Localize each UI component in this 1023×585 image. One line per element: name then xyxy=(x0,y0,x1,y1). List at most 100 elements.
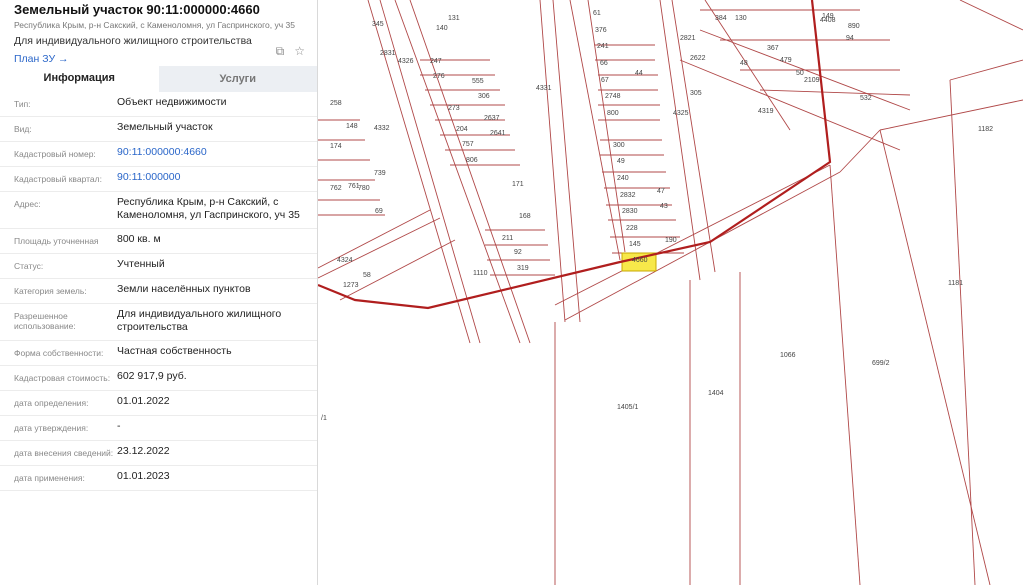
parcel-label: 228 xyxy=(626,225,638,232)
parcel-label: 4326 xyxy=(398,58,414,65)
parcel-label: 2109 xyxy=(804,77,820,84)
parcel-line xyxy=(959,0,1023,31)
parcel-line xyxy=(759,89,911,96)
info-row: Статус: Учтенный xyxy=(0,254,317,279)
parcel-label: 345 xyxy=(372,21,384,28)
info-row-value: Для индивидуального жилищного строительс… xyxy=(117,308,282,333)
info-row-label: Адрес: xyxy=(14,199,41,209)
parcel-label: 367 xyxy=(767,45,779,52)
info-row-value[interactable]: 90:11:000000 xyxy=(117,171,307,191)
tab-services[interactable]: Услуги xyxy=(158,66,317,92)
parcel-label: 762 xyxy=(330,185,342,192)
info-row-value[interactable]: 90:11:000000:4660 xyxy=(117,146,307,166)
info-row: Адрес: Республика Крым, р-н Сакский, с Ка… xyxy=(0,192,317,229)
parcel-label: 2641 xyxy=(490,130,506,137)
parcel-label: 273 xyxy=(448,105,460,112)
parcel-label: 276 xyxy=(433,73,445,80)
info-row-label: дата внесения сведений: xyxy=(14,448,114,458)
parcel-label: 49 xyxy=(617,158,625,165)
info-row-value: Земли населённых пунктов xyxy=(117,283,251,295)
parcel-label: 306 xyxy=(478,93,490,100)
parcel-label: 44 xyxy=(635,70,643,77)
parcel-label: 4325 xyxy=(673,110,689,117)
parcel-label: 384 xyxy=(715,15,727,22)
parcel-label: 2637 xyxy=(484,115,500,122)
header-icons: ⧉ ☆ xyxy=(276,44,305,59)
info-row-label: Кадастровый квартал: xyxy=(14,174,102,184)
parcel-label: 890 xyxy=(848,23,860,30)
district-boundary xyxy=(318,0,832,310)
info-row: Кадастровая стоимость: 602 917,9 руб. xyxy=(0,366,317,391)
parcel-label: 305 xyxy=(690,90,702,97)
parcel-line xyxy=(339,239,456,301)
parcel-label: 48 xyxy=(740,60,748,67)
info-row: дата утверждения: - xyxy=(0,416,317,441)
info-row-label: Площадь уточненная xyxy=(14,236,99,246)
parcel-line xyxy=(829,164,861,585)
parcel-line xyxy=(318,209,431,269)
parcel-label: 1066 xyxy=(780,352,796,359)
copy-icon[interactable]: ⧉ xyxy=(276,44,285,59)
info-row-value: 01.01.2023 xyxy=(117,470,170,482)
parcel-line xyxy=(879,129,991,585)
parcel-label: 699/2 xyxy=(872,360,890,367)
parcel-label: 247 xyxy=(430,58,442,65)
parcel-label: 149 xyxy=(822,13,834,20)
info-row: Категория земель: Земли населённых пункто… xyxy=(0,279,317,304)
parcel-label: 58 xyxy=(363,272,371,279)
parcel-label: 94 xyxy=(846,35,854,42)
info-row-label: Форма собственности: xyxy=(14,348,104,358)
parcel-label: 47 xyxy=(657,188,665,195)
parcel-label: 806 xyxy=(466,157,478,164)
info-row-label: Кадастровый номер: xyxy=(14,149,96,159)
info-row-value: 01.01.2022 xyxy=(117,395,170,407)
info-row: дата определения: 01.01.2022 xyxy=(0,391,317,416)
parcel-label: 241 xyxy=(597,43,609,50)
info-row-label: Категория земель: xyxy=(14,286,87,296)
cadastral-map[interactable]: 43314325 43194326433243244408118211811066… xyxy=(318,0,1023,585)
parcel-label: 376 xyxy=(595,27,607,34)
info-row-value: Учтенный xyxy=(117,258,165,270)
parcel-label: 240 xyxy=(617,175,629,182)
info-row-value: 23.12.2022 xyxy=(117,445,170,457)
info-row: Вид: Земельный участок xyxy=(0,117,317,142)
info-row: Разрешенное использование: Для индивидуал… xyxy=(0,304,317,341)
parcel-label: 50 xyxy=(796,70,804,77)
info-row-label: Статус: xyxy=(14,261,44,271)
parcel-label: 211 xyxy=(502,235,513,242)
parcel-label: 739 xyxy=(374,170,386,177)
parcel-label: 148 xyxy=(346,123,358,130)
parcel-label: 204 xyxy=(456,126,468,133)
parcel-label: 4331 xyxy=(536,85,552,92)
parcel-label: 2831 xyxy=(380,50,396,57)
parcel-line xyxy=(318,217,441,279)
info-row-value: 800 кв. м xyxy=(117,233,161,245)
parcel-label: 1273 xyxy=(343,282,359,289)
parcel-label: 300 xyxy=(613,142,625,149)
parcel-label: 2748 xyxy=(605,93,621,100)
parcel-line xyxy=(587,0,626,253)
parcel-line xyxy=(539,0,566,323)
info-panel: Земельный участок 90:11:000000:4660 Респ… xyxy=(0,0,318,585)
plan-link[interactable]: План ЗУ → xyxy=(14,53,303,65)
tab-info[interactable]: Информация xyxy=(0,66,159,92)
parcel-line xyxy=(569,0,621,261)
info-row: Кадастровый квартал: 90:11:000000 xyxy=(0,167,317,192)
parcel-label: 66 xyxy=(600,60,608,67)
info-row: дата применения: 01.01.2023 xyxy=(0,466,317,491)
star-icon[interactable]: ☆ xyxy=(294,44,305,59)
parcel-label: 67 xyxy=(601,77,609,84)
panel-header: Земельный участок 90:11:000000:4660 Респ… xyxy=(0,0,317,66)
parcel-label: 174 xyxy=(330,143,342,150)
parcel-label: 190 xyxy=(665,237,677,244)
info-row-value: Частная собственность xyxy=(117,345,232,357)
info-row-label: дата утверждения: xyxy=(14,423,89,433)
info-row-label: дата определения: xyxy=(14,398,89,408)
parcel-label: 43 xyxy=(660,203,668,210)
parcel-label: 1110 xyxy=(473,270,488,277)
parcel-label: 2622 xyxy=(690,55,706,62)
info-row: Кадастровый номер: 90:11:000000:4660 xyxy=(0,142,317,167)
info-row-value: Объект недвижимости xyxy=(117,96,227,108)
info-row: Тип: Объект недвижимости xyxy=(0,92,317,117)
parcel-label: 4319 xyxy=(758,108,774,115)
